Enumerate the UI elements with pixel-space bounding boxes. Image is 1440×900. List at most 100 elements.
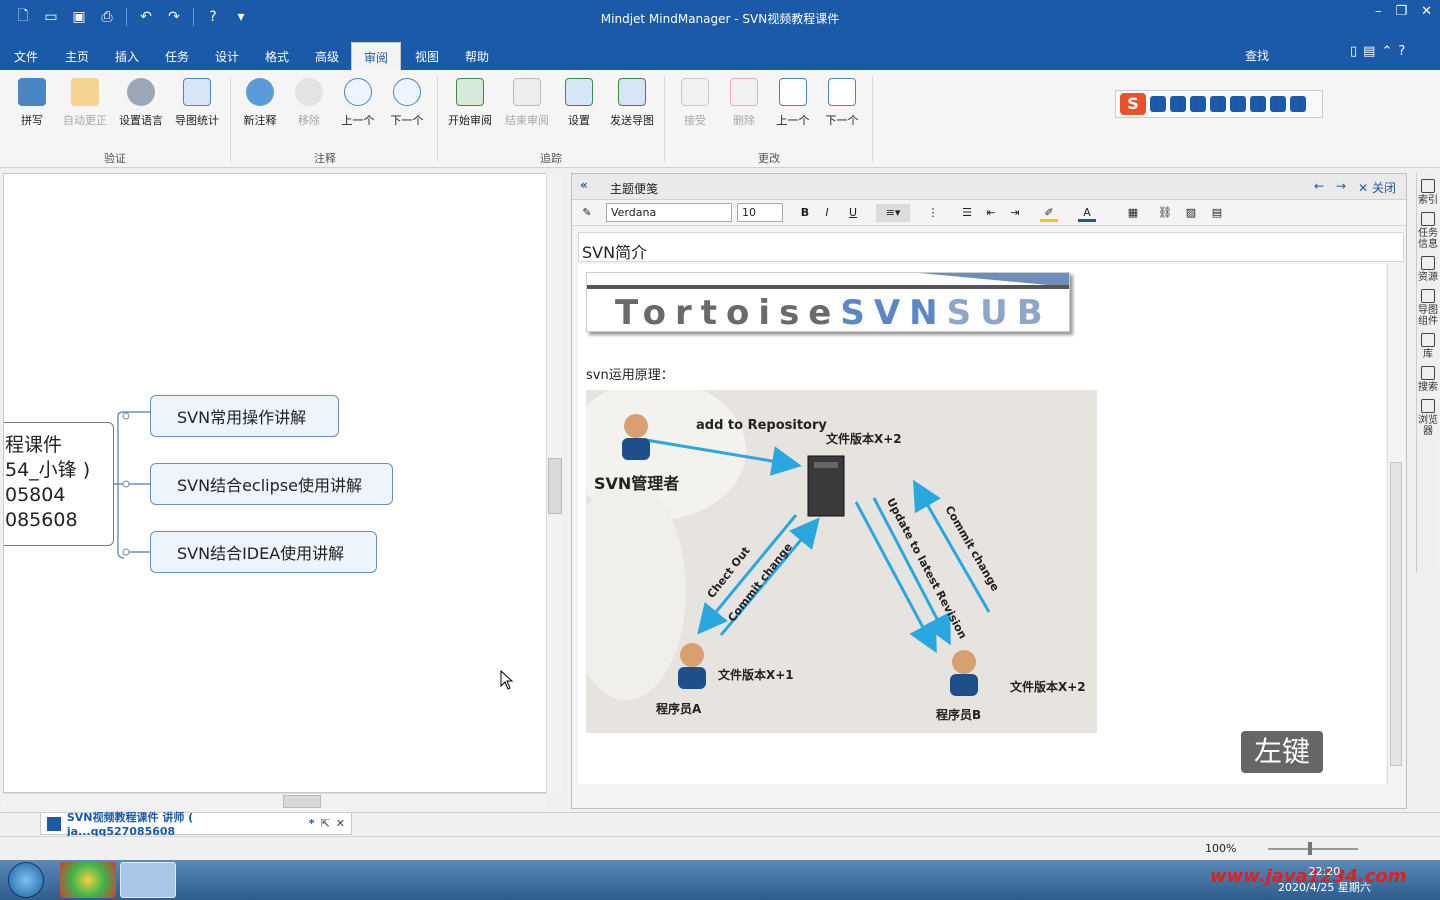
tab-help[interactable]: 帮助 xyxy=(453,42,501,70)
help-icon[interactable]: ? xyxy=(1398,44,1405,59)
link-icon[interactable]: ⛓ xyxy=(1156,204,1174,222)
tab-home[interactable]: 主页 xyxy=(53,42,101,70)
start-button[interactable] xyxy=(8,862,44,898)
pane-browser[interactable]: 浏览器 xyxy=(1417,399,1439,437)
topic-svn-operations[interactable]: SVN常用操作讲解 xyxy=(150,395,339,437)
lightning-icon xyxy=(71,78,99,106)
image-icon[interactable]: ▨ xyxy=(1182,204,1200,222)
notes-horizontal-scrollbar[interactable] xyxy=(578,786,1386,802)
font-size-select[interactable]: 10 xyxy=(737,203,783,222)
topic-svn-eclipse[interactable]: SVN结合eclipse使用讲解 xyxy=(150,463,393,505)
prev-note-icon[interactable]: ← xyxy=(1314,179,1324,196)
ime-skin-icon[interactable] xyxy=(1270,96,1286,112)
remove-comment-icon xyxy=(295,78,323,106)
bold-icon[interactable]: B xyxy=(796,204,814,222)
map-parts-icon xyxy=(1421,289,1435,303)
minimize-icon[interactable]: – xyxy=(1375,4,1382,19)
central-topic[interactable]: 程课件 54_小锋 ) 05804 085608 xyxy=(4,422,114,546)
settings-button[interactable]: 设置 xyxy=(549,78,609,128)
ime-keyboard-icon[interactable] xyxy=(1230,96,1246,112)
map-doc-icon xyxy=(47,816,61,831)
insert-object-icon[interactable]: ▤ xyxy=(1208,204,1226,222)
outdent-icon[interactable]: ⇤ xyxy=(982,204,1000,222)
tab-design[interactable]: 设计 xyxy=(203,42,251,70)
zoom-slider-knob[interactable] xyxy=(1308,842,1312,855)
label-version-b: 文件版本X+2 xyxy=(1010,680,1086,694)
highlight-icon[interactable]: ✐ xyxy=(1040,204,1058,222)
pane-map-parts[interactable]: 导图组件 xyxy=(1417,289,1439,327)
next-comment-button[interactable]: 下一个 xyxy=(377,78,437,128)
font-family-select[interactable]: Verdana xyxy=(606,203,732,222)
close-notes-button[interactable]: ✕ 关闭 xyxy=(1358,179,1396,196)
ime-user-icon[interactable] xyxy=(1250,96,1266,112)
set-language-button[interactable]: 设置语言 xyxy=(111,78,171,128)
close-window-icon[interactable]: ✕ xyxy=(1421,4,1432,19)
pane-search[interactable]: 搜索 xyxy=(1417,366,1439,393)
scroll-thumb[interactable] xyxy=(283,795,321,808)
close-tab-icon[interactable]: ✕ xyxy=(336,817,345,830)
note-body-editor[interactable]: TortoiseSVNSUB svn运用原理： SVN管理者 add to Re… xyxy=(578,264,1386,784)
tab-task[interactable]: 任务 xyxy=(153,42,201,70)
format-painter-icon[interactable]: ✎ xyxy=(578,204,596,222)
font-color-icon[interactable]: A xyxy=(1078,204,1096,222)
underline-icon[interactable]: U xyxy=(844,204,862,222)
ime-punct-icon[interactable] xyxy=(1170,96,1186,112)
numbered-list-icon[interactable]: ⋮ xyxy=(924,204,942,222)
taskbar-app-mindmanager[interactable] xyxy=(120,862,176,898)
end-review-button[interactable]: 结束审阅 xyxy=(497,78,557,128)
ime-toolbar[interactable]: S xyxy=(1115,90,1323,118)
map-horizontal-scrollbar[interactable] xyxy=(3,793,547,809)
tab-insert[interactable]: 插入 xyxy=(103,42,151,70)
notes-vertical-scrollbar[interactable] xyxy=(1387,264,1404,784)
italic-icon[interactable]: I xyxy=(818,204,836,222)
restore-icon[interactable]: ❐ xyxy=(1395,4,1407,19)
taskbar-app-pinned[interactable] xyxy=(60,862,116,898)
find-button[interactable]: 查找 xyxy=(1245,47,1269,64)
send-map-button[interactable]: 发送导图 xyxy=(602,78,662,128)
pane-library[interactable]: 库 xyxy=(1417,333,1439,360)
tab-advanced[interactable]: 高级 xyxy=(303,42,351,70)
table-icon[interactable]: ▦ xyxy=(1124,204,1142,222)
collapse-ribbon-icon[interactable]: ⌃ xyxy=(1381,44,1392,59)
topic-svn-idea[interactable]: SVN结合IDEA使用讲解 xyxy=(150,531,377,573)
tab-file[interactable]: 文件 xyxy=(2,42,50,70)
next-note-icon[interactable]: → xyxy=(1336,179,1346,196)
scroll-thumb[interactable] xyxy=(548,458,562,514)
indent-icon[interactable]: ⇥ xyxy=(1006,204,1024,222)
mind-map-canvas[interactable]: 程课件 54_小锋 ) 05804 085608 SVN常用操作讲解 SVN结合… xyxy=(3,173,547,793)
note-title-field[interactable]: SVN简介 xyxy=(578,232,1404,262)
bullet-list-icon[interactable]: ☰ xyxy=(958,204,976,222)
ime-emoji-icon[interactable] xyxy=(1190,96,1206,112)
collapse-pane-icon[interactable]: « xyxy=(580,178,588,192)
pane-task-info[interactable]: 任务信息 xyxy=(1417,212,1439,250)
settings-icon xyxy=(565,78,593,106)
align-left-icon[interactable]: ≡▾ xyxy=(876,204,910,222)
ime-tools-icon[interactable] xyxy=(1290,96,1306,112)
tab-view[interactable]: 视图 xyxy=(403,42,451,70)
map-vertical-scrollbar[interactable] xyxy=(546,173,562,793)
document-tabs: SVN视频教程课件 讲师 ( ja...qq527085608 * ⇱ ✕ xyxy=(0,811,1440,838)
doc-icon[interactable]: ▯ xyxy=(1350,44,1357,59)
scroll-thumb[interactable] xyxy=(1390,462,1402,766)
autocorrect-button[interactable]: 自动更正 xyxy=(55,78,115,128)
system-clock[interactable]: 22:20 2020/4/25 星期六 xyxy=(1278,864,1371,896)
spell-button[interactable]: 拼写 xyxy=(2,78,62,128)
ime-mode-icon[interactable] xyxy=(1150,96,1166,112)
send-map-icon xyxy=(618,78,646,106)
float-tab-icon[interactable]: ⇱ xyxy=(321,817,330,830)
tab-review[interactable]: 审阅 xyxy=(351,42,402,70)
tab-format[interactable]: 格式 xyxy=(253,42,301,70)
layout-icon[interactable]: ▤ xyxy=(1363,44,1375,59)
document-tab[interactable]: SVN视频教程课件 讲师 ( ja...qq527085608 * ⇱ ✕ xyxy=(40,811,352,838)
next-change-button[interactable]: 下一个 xyxy=(812,78,872,128)
pane-index[interactable]: 索引 xyxy=(1417,179,1439,206)
zoom-slider[interactable] xyxy=(1268,848,1358,850)
pane-resources[interactable]: 资源 xyxy=(1417,256,1439,283)
clock-time: 22:20 xyxy=(1308,865,1341,878)
start-review-button[interactable]: 开始审阅 xyxy=(440,78,500,128)
notes-header-label: 主题便笺 xyxy=(610,182,659,196)
mouse-cursor-icon xyxy=(500,670,514,690)
map-stats-button[interactable]: 导图统计 xyxy=(167,78,227,128)
ime-voice-icon[interactable] xyxy=(1210,96,1226,112)
label-programmer-a: 程序员A xyxy=(656,702,702,716)
